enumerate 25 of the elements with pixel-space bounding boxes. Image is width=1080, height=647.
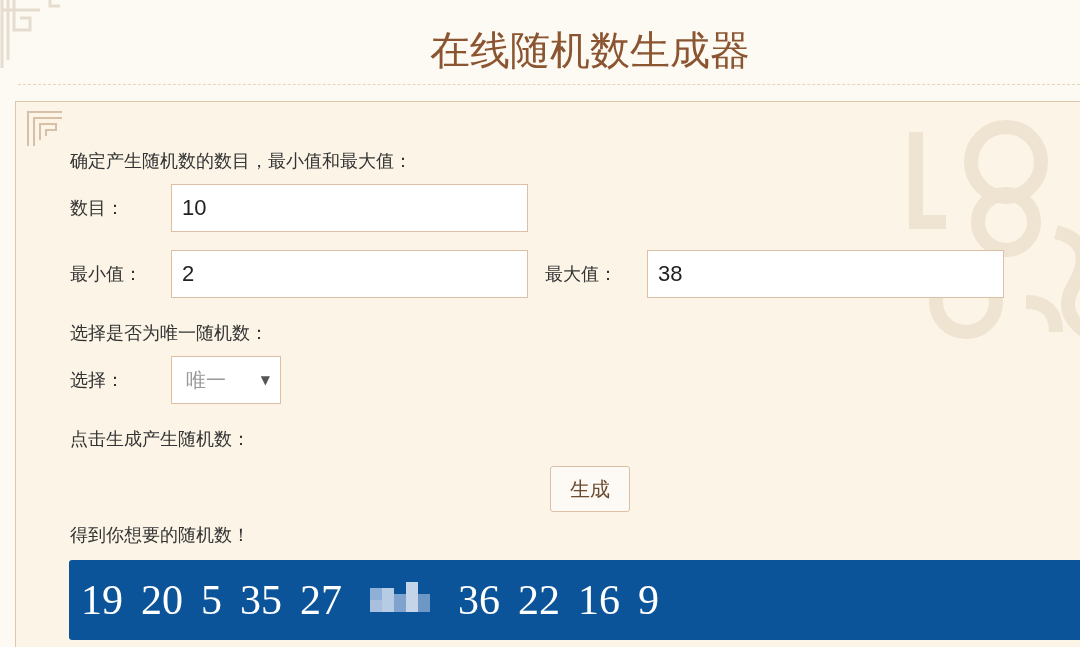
random-number: 20	[141, 576, 183, 624]
corner-ornament-icon	[26, 110, 62, 146]
field-label: 最大值：	[545, 262, 618, 286]
max-input[interactable]: 38	[647, 250, 1004, 298]
field-label: 数目：	[70, 196, 125, 220]
random-number: 36	[458, 576, 500, 624]
random-number: 27	[300, 576, 342, 624]
instruction-text: 确定产生随机数的数目，最小值和最大值：	[70, 149, 413, 173]
instruction-text: 得到你想要的随机数！	[70, 523, 251, 547]
random-number: 5	[201, 576, 222, 624]
min-input[interactable]: 2	[171, 250, 528, 298]
instruction-text: 点击生成产生随机数：	[70, 427, 251, 451]
count-input[interactable]: 10	[171, 184, 528, 232]
generate-button[interactable]: 生成	[550, 466, 630, 512]
page-title: 在线随机数生成器	[430, 26, 750, 75]
random-number: 35	[240, 576, 282, 624]
field-label: 最小值：	[70, 262, 143, 286]
instruction-text: 选择是否为唯一随机数：	[70, 321, 269, 345]
corner-ornament-icon	[0, 0, 60, 70]
random-number: 22	[518, 576, 560, 624]
random-number: 16	[578, 576, 620, 624]
unique-select[interactable]: 唯一 ▼	[171, 356, 281, 404]
random-number: 19	[81, 576, 123, 624]
field-label: 选择：	[70, 368, 125, 392]
random-number: 9	[638, 576, 659, 624]
